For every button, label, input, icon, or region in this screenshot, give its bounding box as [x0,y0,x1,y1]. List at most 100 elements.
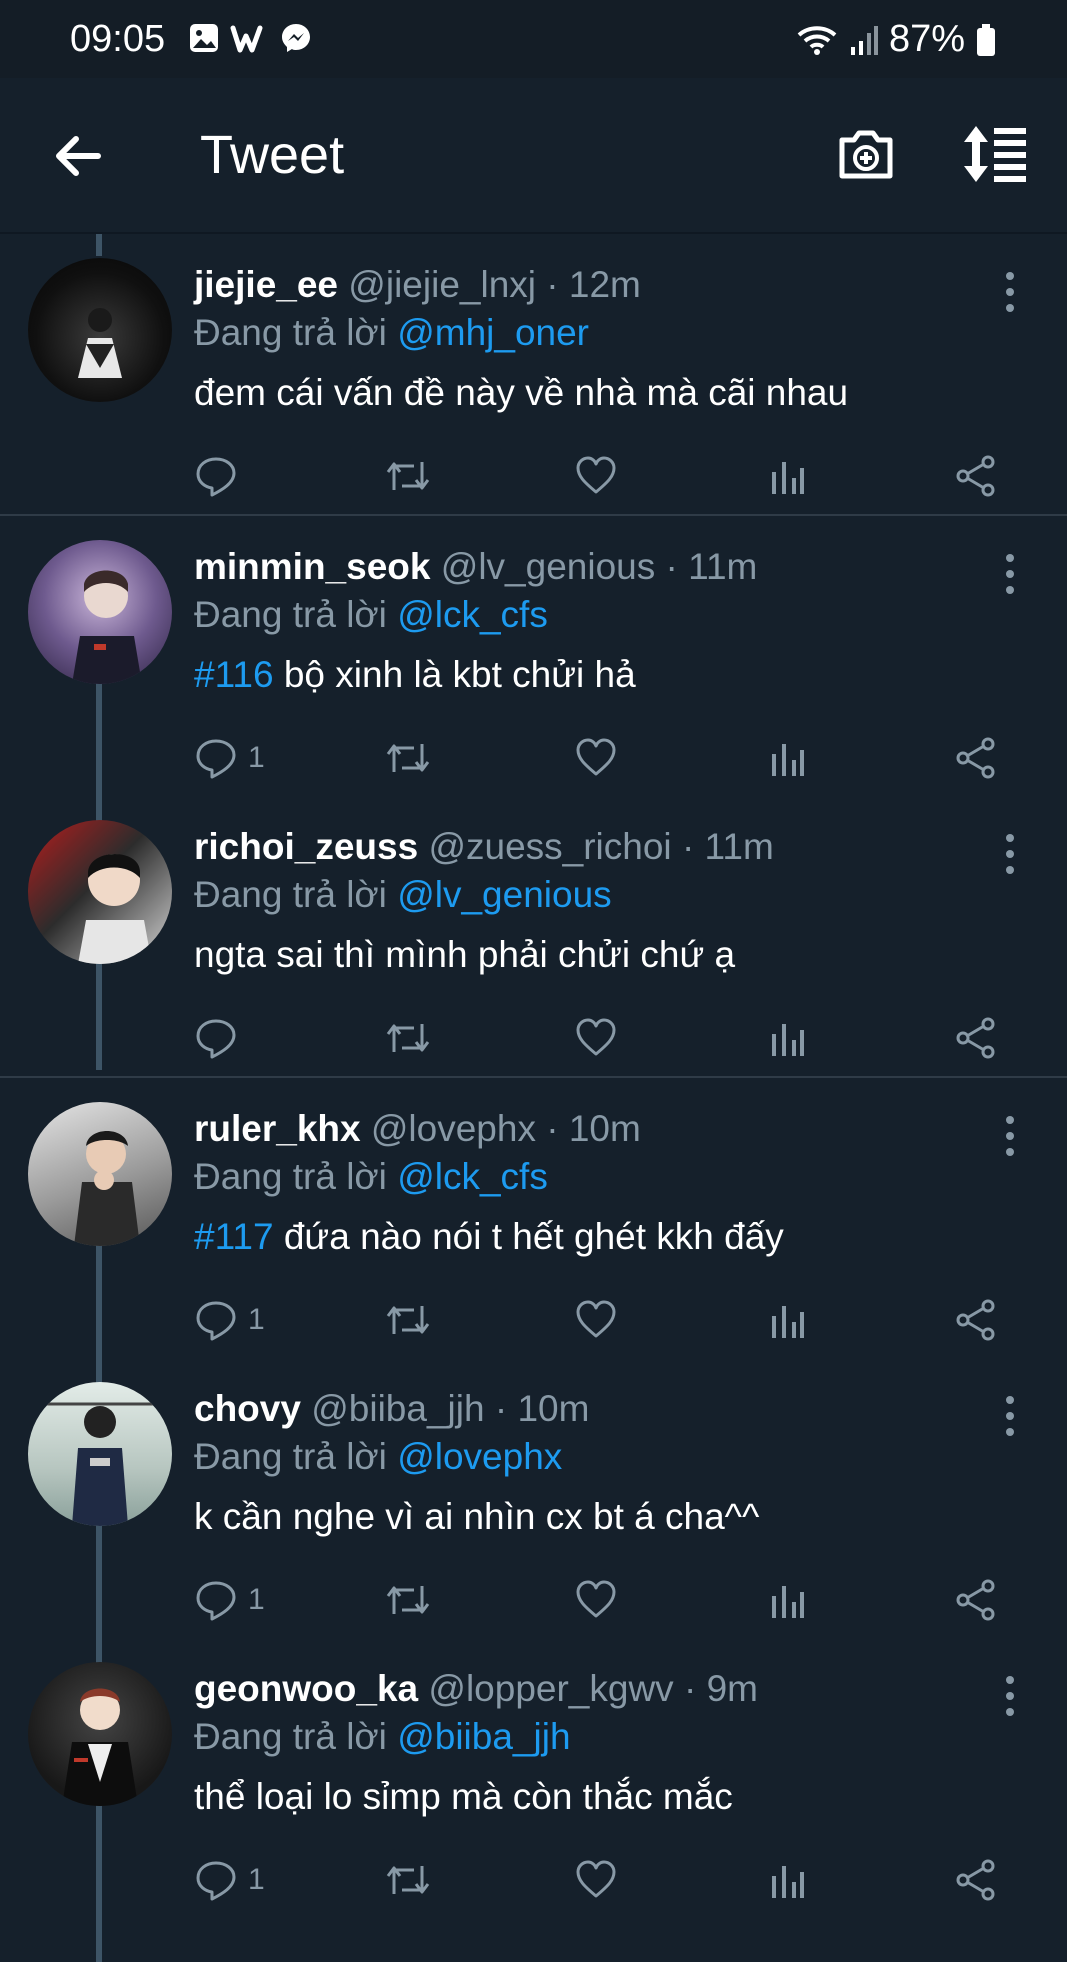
share-button[interactable] [954,448,998,504]
handle[interactable]: @lopper_kgwv [428,1668,673,1709]
retweet-icon [386,744,430,772]
analytics-button[interactable] [768,1572,808,1628]
reply-mention[interactable]: @lv_genious [397,874,611,915]
page-title: Tweet [200,125,345,185]
retweet-icon [386,1306,430,1334]
share-icon [956,1859,995,1901]
reply-count: 1 [248,1583,265,1616]
tweet-body: ngta sai thì mình phải chửi chứ ạ [194,934,736,975]
reply-button[interactable]: 1 [194,1292,265,1348]
reply-mention[interactable]: @lck_cfs [397,1156,548,1197]
avatar[interactable] [28,1102,172,1246]
display-name[interactable]: jiejie_ee [194,264,338,305]
retweet-button[interactable] [384,1292,432,1348]
tweet-header: ruler_khx @lovephx · 10m [194,1108,641,1150]
reply-icon [196,457,236,497]
analytics-icon [772,1586,804,1618]
separator-dot: · [683,1668,697,1709]
display-name[interactable]: richoi_zeuss [194,826,418,867]
share-icon [956,1017,995,1059]
tweet-actions: 1 [194,1572,1014,1628]
share-button[interactable] [954,1292,998,1348]
reply-button[interactable]: 1 [194,1852,265,1908]
reply-mention[interactable]: @lck_cfs [397,594,548,635]
share-button[interactable] [954,1010,998,1066]
reply-mention[interactable]: @mhj_oner [397,312,589,353]
analytics-button[interactable] [768,1292,808,1348]
handle[interactable]: @jiejie_lnxj [348,264,536,305]
like-button[interactable] [574,1010,618,1066]
analytics-button[interactable] [768,1852,808,1908]
retweet-button[interactable] [384,448,432,504]
separator-dot: · [494,1388,508,1429]
share-button[interactable] [954,1852,998,1908]
analytics-icon [772,1306,804,1338]
avatar[interactable] [28,258,172,402]
like-button[interactable] [574,1852,618,1908]
tweet-body: bộ xinh là kbt chửi hả [283,654,636,695]
messenger-icon [282,24,310,52]
like-button[interactable] [574,730,618,786]
tweet-body: đứa nào nói t hết ghét kkh đấy [283,1216,784,1257]
reply-mention[interactable]: @biiba_jjh [397,1716,570,1757]
more-options-icon[interactable] [998,832,1022,876]
avatar[interactable] [28,540,172,684]
share-button[interactable] [954,730,998,786]
back-arrow-icon[interactable] [48,126,108,186]
analytics-button[interactable] [768,1010,808,1066]
avatar[interactable] [28,1382,172,1526]
gallery-icon [190,24,218,52]
reply-context: Đang trả lời @lck_cfs [194,1156,548,1198]
add-photo-icon[interactable] [834,122,898,186]
hashtag[interactable]: #116 [194,654,274,695]
avatar[interactable] [28,1662,172,1806]
display-name[interactable]: geonwoo_ka [194,1668,418,1709]
retweet-button[interactable] [384,730,432,786]
retweet-button[interactable] [384,1572,432,1628]
more-options-icon[interactable] [998,1674,1022,1718]
more-options-icon[interactable] [998,270,1022,314]
retweet-button[interactable] [384,1852,432,1908]
display-name[interactable]: minmin_seok [194,546,430,587]
like-button[interactable] [574,1572,618,1628]
status-right: 87% [795,18,997,61]
reply-mention[interactable]: @lovephx [397,1436,562,1477]
signal-icon [850,25,878,55]
tweet-body: đem cái vấn đề này về nhà mà cãi nhau [194,372,849,413]
handle[interactable]: @zuess_richoi [428,826,671,867]
thread-divider [0,514,1067,516]
analytics-button[interactable] [768,730,808,786]
tweet-header: chovy @biiba_jjh · 10m [194,1388,589,1430]
display-name[interactable]: chovy [194,1388,301,1429]
reply-context: Đang trả lời @biiba_jjh [194,1716,571,1758]
retweet-icon [386,1586,430,1614]
tweet-header: minmin_seok @lv_genious · 11m [194,546,757,588]
sort-icon[interactable] [960,122,1030,186]
status-time: 09:05 [70,18,166,60]
separator-dot: · [546,264,559,305]
more-options-icon[interactable] [998,552,1022,596]
more-options-icon[interactable] [998,1114,1022,1158]
handle[interactable]: @lv_genious [441,546,655,587]
reply-button[interactable]: 1 [194,730,265,786]
avatar[interactable] [28,820,172,964]
handle[interactable]: @lovephx [371,1108,536,1149]
handle[interactable]: @biiba_jjh [311,1388,484,1429]
analytics-button[interactable] [768,448,808,504]
display-name[interactable]: ruler_khx [194,1108,361,1149]
battery-level: 87% [888,18,965,60]
separator-dot: · [546,1108,559,1149]
reply-prefix: Đang trả lời [194,594,387,635]
reply-prefix: Đang trả lời [194,1436,387,1477]
tweet-actions [194,1010,1014,1066]
like-button[interactable] [574,1292,618,1348]
hashtag[interactable]: #117 [194,1216,274,1257]
more-options-icon[interactable] [998,1394,1022,1438]
retweet-button[interactable] [384,1010,432,1066]
retweet-icon [386,1866,430,1894]
like-button[interactable] [574,448,618,504]
share-button[interactable] [954,1572,998,1628]
reply-button[interactable] [194,1010,248,1066]
reply-button[interactable] [194,448,248,504]
reply-button[interactable]: 1 [194,1572,265,1628]
